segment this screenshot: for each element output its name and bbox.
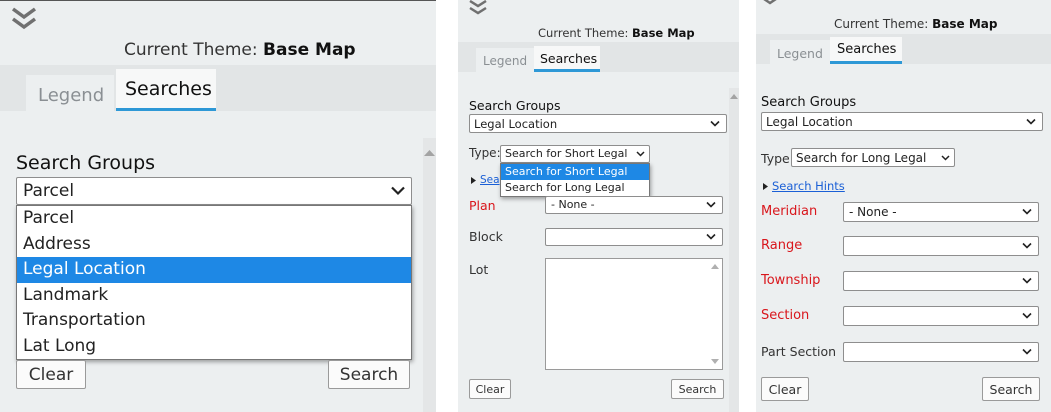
type-value: Search for Long Legal [796,151,927,165]
option-landmark[interactable]: Landmark [17,283,411,309]
current-theme: Current Theme: Base Map [834,17,998,31]
type-label: Type: [469,146,501,160]
type-select[interactable]: Search for Long Legal [791,148,955,167]
type-label: Type: [761,151,794,166]
current-theme-name: Base Map [263,40,356,60]
tab-legend[interactable]: Legend [476,48,534,72]
search-hints-link[interactable]: Sea [480,174,500,186]
tab-bar: Legend Searches [756,34,1051,64]
tab-searches[interactable]: Searches [534,46,600,72]
lot-label: Lot [469,262,489,277]
current-theme-label: Current Theme: [538,26,629,40]
search-button[interactable]: Search [671,379,724,399]
chevron-down-icon [706,201,716,208]
tab-bar: Legend Searches [0,65,436,111]
search-groups-dropdown: Parcel Address Legal Location Landmark T… [16,205,412,360]
meridian-label: Meridian [761,204,818,219]
lot-listbox[interactable] [545,258,723,370]
option-transportation[interactable]: Transportation [17,308,411,334]
scroll-up-arrow-icon[interactable] [711,263,719,269]
chevron-down-icon [1022,348,1032,355]
chevron-down-icon [1026,118,1036,125]
chevron-down-icon [1022,312,1032,319]
plan-select[interactable]: - None - [545,196,723,214]
search-groups-label: Search Groups [16,152,156,174]
search-groups-value: Legal Location [766,115,853,129]
tab-searches[interactable]: Searches [830,37,902,64]
township-label: Township [761,273,821,288]
search-groups-value: Legal Location [474,117,558,131]
clear-button[interactable]: Clear [761,377,809,401]
current-theme-name: Base Map [932,17,998,31]
meridian-select[interactable]: - None - [843,202,1039,222]
range-label: Range [761,238,803,253]
scroll-up-arrow-icon[interactable] [423,148,436,158]
chevron-down-icon [941,154,950,161]
chevron-down-icon [706,233,716,240]
tab-searches[interactable]: Searches [116,69,216,111]
search-groups-select[interactable]: Parcel [16,177,412,205]
type-dropdown: Search for Short Legal Search for Long L… [500,163,650,197]
part-section-label: Part Section [761,344,837,359]
collapse-chevron-icon[interactable] [468,0,488,18]
search-groups-select[interactable]: Legal Location [761,112,1043,131]
scroll-down-arrow-icon[interactable] [711,359,719,365]
collapse-chevron-icon[interactable] [762,0,778,6]
search-button[interactable]: Search [328,360,410,389]
part-section-select[interactable] [843,342,1039,362]
plan-value: - None - [551,198,595,211]
meridian-value: - None - [849,205,897,219]
search-groups-select[interactable]: Legal Location [469,114,727,133]
chevron-down-icon [1022,242,1032,249]
type-select[interactable]: Search for Short Legal [500,145,650,163]
block-label: Block [469,229,503,244]
clear-button[interactable]: Clear [469,379,511,399]
scroll-up-arrow-icon [730,94,738,99]
option-long-legal[interactable]: Search for Long Legal [501,180,649,196]
search-button[interactable]: Search [982,377,1040,401]
chevron-down-icon [1022,277,1032,284]
section-select[interactable] [843,306,1039,326]
option-lat-long[interactable]: Lat Long [17,334,411,360]
search-hints-link[interactable]: Search Hints [772,179,845,193]
expand-triangle-icon [471,177,476,184]
option-parcel[interactable]: Parcel [17,206,411,232]
search-panel-short-legal: Current Theme: Base Map Legend Searches … [458,0,739,412]
section-label: Section [761,308,810,323]
type-value: Search for Short Legal [505,147,628,160]
clear-button[interactable]: Clear [16,360,86,389]
expand-triangle-icon [763,183,768,190]
chevron-down-icon [1022,208,1032,215]
option-address[interactable]: Address [17,232,411,258]
tab-legend[interactable]: Legend [26,75,114,111]
search-groups-value: Parcel [23,181,75,201]
option-legal-location[interactable]: Legal Location [17,257,411,283]
search-panel-parcel-dropdown: Current Theme: Base Map Legend Searches … [0,0,436,412]
search-panel-long-legal: Current Theme: Base Map Legend Searches … [756,0,1051,412]
current-theme: Current Theme: Base Map [538,26,695,40]
tab-bar: Legend Searches [458,42,739,72]
tab-legend[interactable]: Legend [770,40,830,64]
current-theme: Current Theme: Base Map [124,40,356,60]
top-border [0,0,436,1]
scrollbar-track[interactable] [729,88,739,412]
plan-label: Plan [469,198,496,213]
range-select[interactable] [843,236,1039,256]
scrollbar-track[interactable] [423,138,436,412]
search-groups-label: Search Groups [469,98,561,113]
block-select[interactable] [545,228,723,246]
chevron-down-icon [391,186,405,196]
township-select[interactable] [843,271,1039,291]
chevron-down-icon [710,120,720,127]
chevron-down-icon [636,151,645,157]
collapse-chevron-icon[interactable] [10,6,38,32]
current-theme-name: Base Map [632,26,695,40]
current-theme-label: Current Theme: [124,40,258,60]
current-theme-label: Current Theme: [834,17,929,31]
search-groups-label: Search Groups [761,95,857,110]
option-short-legal[interactable]: Search for Short Legal [501,164,649,180]
